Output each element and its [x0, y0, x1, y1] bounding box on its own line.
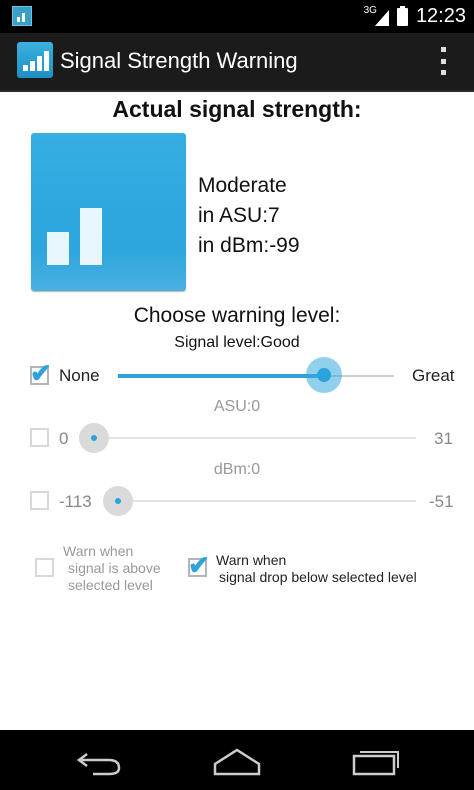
home-icon[interactable] [207, 740, 267, 780]
choose-warning-label: Choose warning level: [133, 304, 341, 327]
battery-icon [396, 5, 408, 26]
recent-apps-icon[interactable] [346, 740, 406, 780]
signal-level-row: ✔ None Great [0, 356, 474, 396]
asu-label: ASU:0 [213, 398, 261, 415]
dbm-checkbox[interactable] [30, 491, 49, 510]
checkmark-icon: ✔ [30, 358, 52, 388]
warn-below-label: Warn when signal drop below selected lev… [216, 552, 417, 585]
asu-row: 0 31 [0, 418, 474, 458]
dbm-min-label: -113 [59, 492, 92, 511]
signal-heading: Actual signal strength: [112, 96, 362, 122]
action-bar: Signal Strength Warning [0, 33, 474, 92]
app-notification-icon [12, 6, 32, 26]
asu-track [80, 437, 416, 439]
status-bar: 3G 12:23 [0, 0, 474, 33]
clock: 12:23 [415, 5, 466, 27]
signal-asu: in ASU:7 [198, 204, 280, 227]
asu-checkbox[interactable] [30, 428, 49, 447]
signal-bars-icon[interactable] [17, 42, 53, 78]
signal-info: Moderate in ASU:7 in dBm:-99 [198, 171, 300, 261]
signal-quality: Moderate [198, 174, 287, 197]
back-icon[interactable] [69, 740, 129, 780]
signal-icon [374, 9, 389, 26]
dbm-row: -113 -51 [0, 481, 474, 521]
signal-level-min-label: None [59, 366, 100, 385]
asu-max-label: 31 [434, 429, 453, 448]
signal-level-checkbox[interactable]: ✔ [30, 360, 52, 386]
signal-strength-icon [31, 133, 186, 291]
signal-dbm: in dBm:-99 [198, 234, 300, 257]
dbm-slider-thumb[interactable] [103, 486, 133, 516]
warn-above-checkbox[interactable] [35, 558, 54, 577]
checkmark-icon: ✔ [188, 550, 210, 580]
app-title: Signal Strength Warning [60, 48, 298, 73]
warn-above-label: Warn when signal is above selected level [63, 543, 161, 593]
signal-level-max-label: Great [412, 366, 455, 385]
dbm-track [104, 500, 416, 502]
overflow-menu-icon[interactable] [440, 47, 446, 75]
dbm-label: dBm:0 [213, 461, 261, 478]
signal-level-slider-thumb[interactable] [306, 357, 342, 393]
signal-level-progress [118, 374, 324, 378]
status-indicators: 3G 12:23 [364, 0, 466, 33]
asu-slider-thumb[interactable] [79, 423, 109, 453]
asu-min-label: 0 [59, 429, 69, 448]
signal-level-label: Signal level:Good [174, 334, 300, 351]
warn-below-checkbox[interactable]: ✔ [188, 552, 210, 578]
main-content: Actual signal strength: Moderate in ASU:… [0, 92, 474, 730]
dbm-max-label: -51 [429, 492, 454, 511]
navigation-bar [0, 730, 474, 790]
